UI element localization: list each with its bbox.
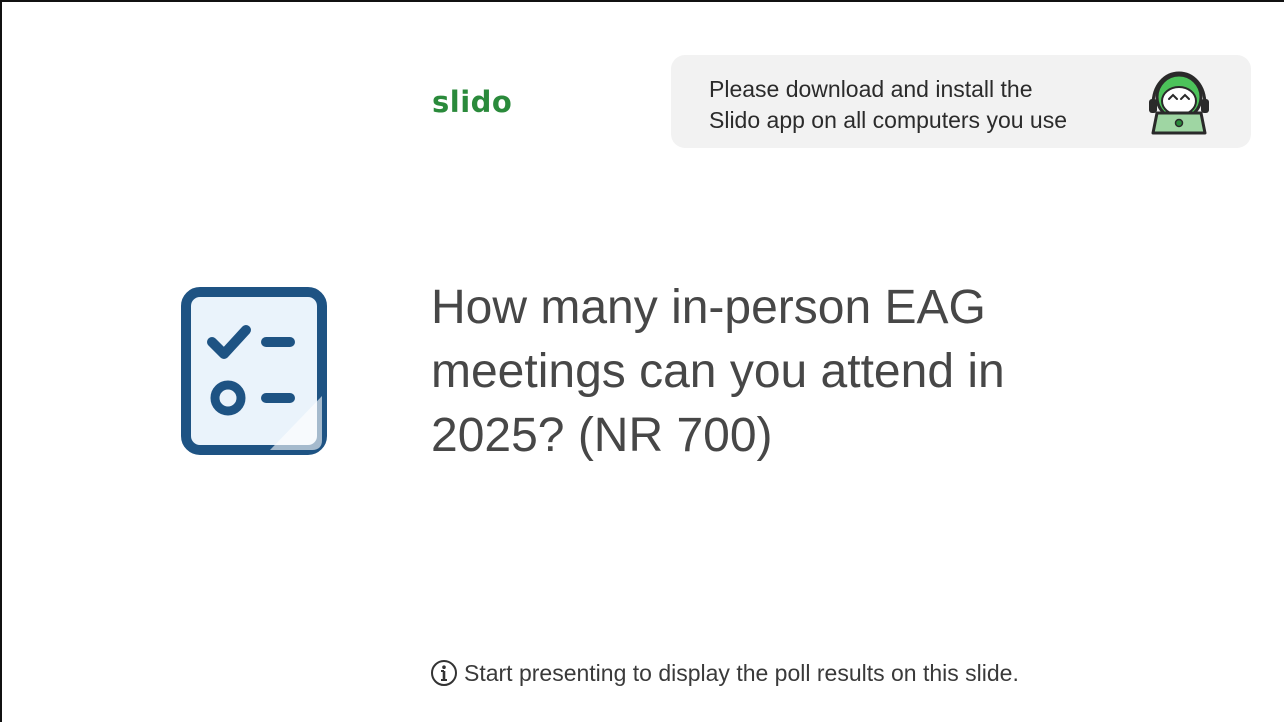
info-icon bbox=[431, 660, 457, 686]
banner-message: Please download and install the Slido ap… bbox=[709, 74, 1067, 136]
slide: slido Please download and install the Sl… bbox=[0, 0, 1284, 722]
presenting-hint-text: Start presenting to display the poll res… bbox=[464, 659, 1019, 686]
banner-line-2: Slido app on all computers you use bbox=[709, 107, 1067, 133]
banner-line-1: Please download and install the bbox=[709, 76, 1033, 102]
slido-logo: slido bbox=[432, 85, 513, 119]
question-line-1: How many in-person EAG bbox=[431, 281, 986, 334]
poll-question: How many in-person EAG meetings can you … bbox=[431, 276, 1131, 468]
question-line-2: meetings can you attend in bbox=[431, 345, 1005, 398]
question-line-3: 2025? (NR 700) bbox=[431, 409, 773, 462]
slido-mascot-laptop-icon bbox=[1149, 71, 1209, 135]
poll-checklist-icon bbox=[181, 287, 327, 455]
download-app-banner[interactable]: Please download and install the Slido ap… bbox=[671, 55, 1251, 148]
presenting-hint: Start presenting to display the poll res… bbox=[430, 658, 1019, 688]
